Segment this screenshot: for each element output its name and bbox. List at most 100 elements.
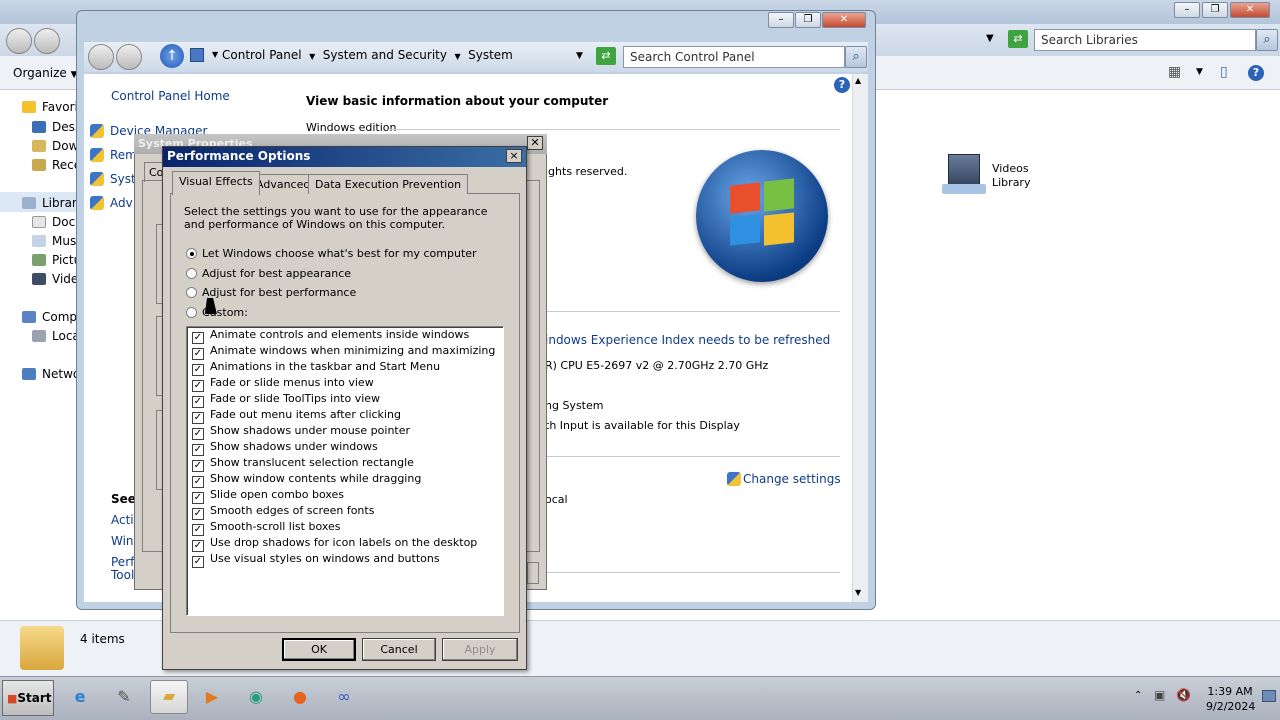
maximize-button[interactable]: ❐ xyxy=(1202,2,1228,18)
cancel-button[interactable]: Cancel xyxy=(362,638,436,661)
checkbox-checked-icon[interactable]: ✓ xyxy=(192,428,204,440)
preview-pane-icon[interactable]: ▯ xyxy=(1220,64,1228,80)
change-settings-link[interactable]: Change settings xyxy=(727,472,841,486)
cp-maximize-button[interactable]: ❐ xyxy=(795,12,821,28)
effect-checkbox-row[interactable]: ✓ Fade out menu items after clicking xyxy=(192,408,401,424)
scroll-down-arrow-icon[interactable]: ▼ xyxy=(855,588,861,597)
effect-checkbox-row[interactable]: ✓ Fade or slide menus into view xyxy=(192,376,374,392)
network-tray-icon[interactable]: ▣ xyxy=(1154,688,1165,702)
radio-best-appearance[interactable]: Adjust for best appearance xyxy=(186,267,351,280)
volume-muted-icon[interactable]: 🔇 xyxy=(1176,688,1191,702)
checkbox-checked-icon[interactable]: ✓ xyxy=(192,492,204,504)
videos-library-label[interactable]: Videos Library xyxy=(992,162,1030,190)
cp-help-icon[interactable]: ? xyxy=(834,77,850,93)
performance-info-link[interactable]: Perf xyxy=(111,555,134,569)
forward-button[interactable] xyxy=(34,28,60,54)
checkbox-checked-icon[interactable]: ✓ xyxy=(192,332,204,344)
checkbox-checked-icon[interactable]: ✓ xyxy=(192,556,204,568)
effect-checkbox-row[interactable]: ✓ Slide open combo boxes xyxy=(192,488,344,504)
advanced-settings-link[interactable]: Adv xyxy=(90,196,133,210)
effect-checkbox-row[interactable]: ✓ Show window contents while dragging xyxy=(192,472,421,488)
breadcrumb-system[interactable]: System xyxy=(468,48,513,62)
effect-checkbox-row[interactable]: ✓ Use visual styles on windows and button… xyxy=(192,552,440,568)
breadcrumb-system-security[interactable]: System and Security xyxy=(323,48,447,62)
organize-menu[interactable]: Organize ▼ xyxy=(13,66,78,80)
checkbox-checked-icon[interactable]: ✓ xyxy=(192,364,204,376)
back-button[interactable] xyxy=(6,28,32,54)
history-dropdown-icon[interactable]: ▼ xyxy=(986,33,994,44)
breadcrumb-control-panel[interactable]: Control Panel xyxy=(222,48,302,62)
tab-visual-effects[interactable]: Visual Effects xyxy=(172,171,260,195)
scroll-up-arrow-icon[interactable]: ▲ xyxy=(855,76,861,85)
checkbox-checked-icon[interactable]: ✓ xyxy=(192,540,204,552)
effect-checkbox-row[interactable]: ✓ Animations in the taskbar and Start Men… xyxy=(192,360,440,376)
cp-search-icon[interactable]: ⌕ xyxy=(845,46,867,68)
effect-checkbox-row[interactable]: ✓ Animate windows when minimizing and max… xyxy=(192,344,495,360)
effect-checkbox-row[interactable]: ✓ Show shadows under mouse pointer xyxy=(192,424,410,440)
checkbox-checked-icon[interactable]: ✓ xyxy=(192,396,204,408)
refresh-icon[interactable]: ⇄ xyxy=(1008,30,1028,48)
performance-tools-link[interactable]: Tool xyxy=(111,568,134,582)
help-icon[interactable]: ? xyxy=(1248,65,1264,81)
checkbox-checked-icon[interactable]: ✓ xyxy=(192,524,204,536)
checkbox-checked-icon[interactable]: ✓ xyxy=(192,460,204,472)
ok-button[interactable]: OK xyxy=(282,638,356,661)
cp-forward-button[interactable] xyxy=(116,44,142,70)
clock[interactable]: 1:39 AM 9/2/2024 xyxy=(1206,684,1255,714)
minimize-button[interactable]: – xyxy=(1174,2,1200,18)
checkbox-checked-icon[interactable]: ✓ xyxy=(192,508,204,520)
wei-refresh-link[interactable]: indows Experience Index needs to be refr… xyxy=(545,333,830,347)
checkbox-checked-icon[interactable]: ✓ xyxy=(192,444,204,456)
start-button[interactable]: ■Start xyxy=(2,680,54,716)
system-protection-link[interactable]: Syst xyxy=(90,172,136,186)
libraries-search-input[interactable]: Search Libraries xyxy=(1034,29,1256,51)
show-hidden-icons-icon[interactable]: ⌃ xyxy=(1134,690,1142,701)
search-icon[interactable]: ⌕ xyxy=(1256,29,1278,51)
breadcrumb-chevron-icon[interactable]: ▼ xyxy=(309,52,315,61)
effect-checkbox-row[interactable]: ✓ Use drop shadows for icon labels on the… xyxy=(192,536,477,552)
effect-checkbox-row[interactable]: ✓ Show translucent selection rectangle xyxy=(192,456,414,472)
network-globe-icon[interactable]: ◉ xyxy=(240,682,272,712)
effect-label: Smooth edges of screen fonts xyxy=(210,504,375,517)
cp-close-button[interactable]: ✕ xyxy=(822,12,866,28)
effect-checkbox-row[interactable]: ✓ Smooth-scroll list boxes xyxy=(192,520,341,536)
address-dropdown-icon[interactable]: ▼ xyxy=(576,51,583,61)
videos-library-item[interactable] xyxy=(942,150,986,196)
sysprop-button-edge[interactable] xyxy=(527,562,539,584)
performance-options-title: Performance Options xyxy=(163,147,526,167)
cp-refresh-icon[interactable]: ⇄ xyxy=(596,47,616,65)
radio-let-windows-choose[interactable]: Let Windows choose what's best for my co… xyxy=(186,247,477,260)
effect-checkbox-row[interactable]: ✓ Smooth edges of screen fonts xyxy=(192,504,374,520)
firefox-icon[interactable]: ● xyxy=(284,682,316,712)
breadcrumb-chevron-icon[interactable]: ▼ xyxy=(454,52,460,61)
cp-minimize-button[interactable]: – xyxy=(768,12,794,28)
checkbox-checked-icon[interactable]: ✓ xyxy=(192,380,204,392)
up-arrow-icon[interactable]: ↑ xyxy=(160,44,184,68)
tab-data-execution-prevention[interactable]: Data Execution Prevention xyxy=(308,174,469,194)
effect-checkbox-row[interactable]: ✓ Animate controls and elements inside wi… xyxy=(192,328,469,344)
cp-scrollbar[interactable] xyxy=(852,74,868,602)
checkbox-checked-icon[interactable]: ✓ xyxy=(192,476,204,488)
sysprop-close-button[interactable]: ✕ xyxy=(527,136,543,150)
view-dropdown-icon[interactable]: ▼ xyxy=(1196,67,1203,77)
show-desktop-icon[interactable] xyxy=(1262,690,1276,702)
notepad-icon[interactable]: ✎ xyxy=(108,682,140,712)
control-panel-home-link[interactable]: Control Panel Home xyxy=(111,89,230,103)
cp-search-input[interactable]: Search Control Panel xyxy=(623,46,845,68)
close-button[interactable]: ✕ xyxy=(1230,2,1270,18)
media-player-icon[interactable]: ▶ xyxy=(196,682,228,712)
effect-checkbox-row[interactable]: ✓ Fade or slide ToolTips into view xyxy=(192,392,380,408)
windows-explorer-icon[interactable]: ▰ xyxy=(150,680,188,714)
remote-settings-link[interactable]: Rem xyxy=(90,148,137,162)
internet-explorer-icon[interactable]: e xyxy=(64,682,96,712)
checkbox-checked-icon[interactable]: ✓ xyxy=(192,348,204,360)
perf-close-button[interactable]: × xyxy=(506,149,522,163)
cp-back-button[interactable] xyxy=(88,44,114,70)
view-options-icon[interactable]: ▦ xyxy=(1168,64,1181,80)
documents-icon xyxy=(32,216,46,228)
apply-button[interactable]: Apply xyxy=(442,638,518,661)
effect-checkbox-row[interactable]: ✓ Show shadows under windows xyxy=(192,440,378,456)
checkbox-checked-icon[interactable]: ✓ xyxy=(192,412,204,424)
mouse-pointer-icon xyxy=(204,298,220,314)
connect-app-icon[interactable]: ∞ xyxy=(328,682,360,712)
